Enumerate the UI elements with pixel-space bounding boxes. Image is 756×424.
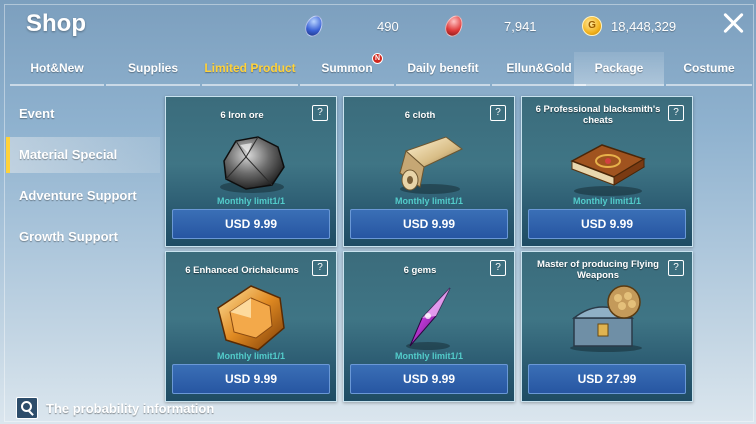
orichalcum-icon	[217, 285, 285, 351]
help-icon[interactable]: ?	[312, 105, 328, 121]
price-button[interactable]: USD 9.99	[350, 209, 508, 239]
product-name: 6 Iron ore	[220, 109, 264, 121]
tab-supplies[interactable]: Supplies	[106, 52, 200, 86]
tab-package[interactable]: Package	[574, 52, 664, 86]
purple-gem-icon	[406, 287, 451, 350]
currency-blue-gem-amount: 490	[377, 14, 399, 38]
product-name: Master of producing Flying Weapons	[537, 259, 659, 281]
help-icon[interactable]: ?	[490, 105, 506, 121]
monthly-limit: Monthly limit1/1	[572, 196, 641, 206]
help-icon[interactable]: ?	[312, 260, 328, 276]
treasure-chest-icon	[570, 285, 642, 352]
sidebar-item-event[interactable]: Event	[6, 96, 160, 132]
help-icon[interactable]: ?	[668, 105, 684, 121]
currency-red-gem	[442, 12, 466, 40]
sidebar-item-growth-support[interactable]: Growth Support	[6, 219, 160, 255]
probability-info-label: The probability information	[46, 400, 215, 416]
product-card[interactable]: 6 gems ? Monthly limit1/1 USD 9.99	[343, 251, 515, 402]
product-card[interactable]: Master of producing Flying Weapons ? USD…	[521, 251, 693, 402]
sidebar-item-material-special[interactable]: Material Special	[6, 137, 160, 173]
tab-limited-product[interactable]: Limited Product	[202, 52, 298, 86]
tab-daily-benefit[interactable]: Daily benefit	[396, 52, 490, 86]
product-name: 6 gems	[403, 264, 437, 276]
product-name: 6 Enhanced Orichalcums	[185, 264, 299, 276]
price-button[interactable]: USD 27.99	[528, 364, 686, 394]
monthly-limit: Monthly limit1/1	[394, 351, 463, 361]
cloth-roll-icon	[399, 136, 463, 194]
product-card[interactable]: 6 Iron ore ? Monthly limit1/1 USD 9.99	[165, 96, 337, 247]
monthly-limit: Monthly limit1/1	[394, 196, 463, 206]
gold-coin-icon: G	[582, 16, 602, 36]
help-icon[interactable]: ?	[668, 260, 684, 276]
product-grid: 6 Iron ore ? Monthly limit1/1 USD 9.99 6…	[165, 96, 697, 402]
tab-hot-new[interactable]: Hot&New	[10, 52, 104, 86]
probability-info-link[interactable]: The probability information	[16, 397, 215, 419]
tab-costume[interactable]: Costume	[666, 52, 752, 86]
monthly-limit: Monthly limit1/1	[216, 196, 285, 206]
red-gem-amount: 7,941	[504, 18, 537, 34]
page-title: Shop	[26, 10, 86, 37]
currency-blue-gem	[302, 12, 326, 40]
currency-red-gem-amount: 7,941	[504, 14, 537, 38]
price-button[interactable]: USD 9.99	[172, 209, 330, 239]
monthly-limit: Monthly limit1/1	[216, 351, 285, 361]
price-button[interactable]: USD 9.99	[528, 209, 686, 239]
sidebar-item-adventure-support[interactable]: Adventure Support	[6, 178, 160, 214]
close-icon[interactable]	[720, 10, 746, 36]
sidebar: Event Material Special Adventure Support…	[6, 96, 160, 260]
product-card[interactable]: 6 cloth ? Monthly limit1/1 USD 9.99	[343, 96, 515, 247]
currency-gold: G 18,448,329	[582, 14, 676, 38]
product-card[interactable]: 6 Professional blacksmith's cheats ? Mon…	[521, 96, 693, 247]
iron-ore-icon	[220, 136, 285, 193]
tab-ellun-gold[interactable]: Ellun&Gold	[492, 52, 586, 86]
gold-amount: 18,448,329	[611, 18, 677, 34]
product-name: 6 Professional blacksmith's cheats	[535, 104, 661, 126]
blue-gem-amount: 490	[377, 18, 399, 34]
price-button[interactable]: USD 9.99	[350, 364, 508, 394]
product-name: 6 cloth	[404, 109, 436, 121]
price-button[interactable]: USD 9.99	[172, 364, 330, 394]
help-icon[interactable]: ?	[490, 260, 506, 276]
magnifier-icon	[16, 397, 38, 419]
product-card[interactable]: 6 Enhanced Orichalcums ? Monthly limit1/…	[165, 251, 337, 402]
new-badge: N	[372, 53, 383, 64]
book-icon	[570, 144, 646, 196]
